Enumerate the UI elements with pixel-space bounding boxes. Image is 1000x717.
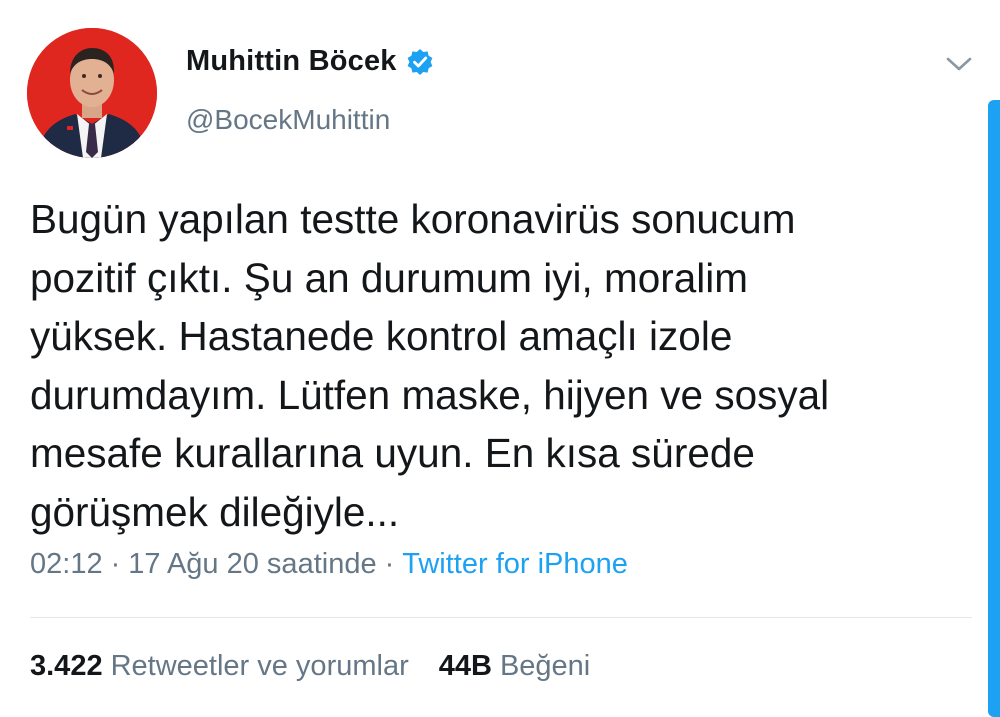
tweet-text: Bugün yapılan testte koronavirüs sonucum… <box>30 196 830 535</box>
verified-badge-icon <box>406 48 434 76</box>
author-display-name[interactable]: Muhittin Böcek <box>186 45 397 78</box>
tweet-meta: 02:12 · 17 Ağu 20 saatinde · Twitter for iPh… <box>30 548 628 581</box>
likes-label: Beğeni <box>499 650 591 682</box>
meta-separator: · <box>384 548 395 580</box>
meta-separator: · <box>110 548 121 580</box>
tweet-time: 02:12 <box>30 548 103 580</box>
tweet-detail: Muhittin Böcek @BocekMuhittin Bugün yapı… <box>0 0 1000 717</box>
profile-photo <box>27 28 157 158</box>
tweet-stats: 3.422 Retweetler ve yorumlar 44B Beğeni <box>30 650 590 683</box>
avatar[interactable] <box>27 28 157 158</box>
chevron-down-icon[interactable] <box>944 52 974 76</box>
retweets-count: 3.422 <box>30 650 103 682</box>
divider <box>30 617 972 618</box>
author-name-row[interactable]: Muhittin Böcek <box>186 45 434 78</box>
retweets-label: Retweetler ve yorumlar <box>110 650 409 682</box>
tweet-source-link[interactable]: Twitter for iPhone <box>402 548 628 580</box>
likes-count: 44B <box>438 650 492 682</box>
author-handle[interactable]: @BocekMuhittin <box>186 104 390 136</box>
likes-stat[interactable]: 44B Beğeni <box>439 650 591 682</box>
scrollbar[interactable] <box>988 100 1000 717</box>
tweet-date: 17 Ağu 20 saatinde <box>128 548 377 580</box>
retweets-stat[interactable]: 3.422 Retweetler ve yorumlar <box>30 650 409 682</box>
